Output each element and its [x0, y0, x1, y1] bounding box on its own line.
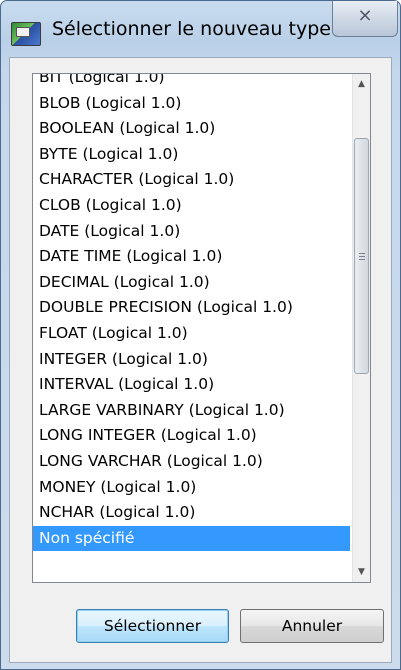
app-icon: [11, 22, 41, 46]
close-icon: ⨯: [357, 5, 373, 26]
list-item[interactable]: LONG VARCHAR (Logical 1.0): [33, 449, 350, 475]
list-item[interactable]: DOUBLE PRECISION (Logical 1.0): [33, 295, 350, 321]
list-item[interactable]: BIT (Logical 1.0): [33, 74, 350, 91]
list-item[interactable]: Non spécifié: [33, 525, 350, 552]
list-item[interactable]: DATE TIME (Logical 1.0): [33, 244, 350, 270]
scroll-down-arrow-icon[interactable]: ▼: [353, 563, 370, 581]
window-title: Sélectionner le nouveau type: [52, 18, 331, 40]
type-list-items: BIT (Logical 1.0) BLOB (Logical 1.0) BOOLE…: [33, 74, 350, 552]
vertical-scrollbar[interactable]: ▲ ▼: [352, 74, 370, 582]
list-item[interactable]: CHARACTER (Logical 1.0): [33, 167, 350, 193]
list-item[interactable]: DECIMAL (Logical 1.0): [33, 270, 350, 296]
list-item[interactable]: MONEY (Logical 1.0): [33, 475, 350, 501]
list-item[interactable]: NCHAR (Logical 1.0): [33, 500, 350, 526]
select-button[interactable]: Sélectionner: [76, 609, 229, 643]
list-item[interactable]: LARGE VARBINARY (Logical 1.0): [33, 398, 350, 424]
list-item[interactable]: BOOLEAN (Logical 1.0): [33, 116, 350, 142]
scroll-up-arrow-icon[interactable]: ▲: [353, 75, 370, 93]
grip-line: [359, 256, 365, 257]
list-item[interactable]: INTERVAL (Logical 1.0): [33, 372, 350, 398]
list-item[interactable]: DATE (Logical 1.0): [33, 219, 350, 245]
dialog-body: BIT (Logical 1.0) BLOB (Logical 1.0) BOOLE…: [9, 57, 392, 663]
list-item[interactable]: FLOAT (Logical 1.0): [33, 321, 350, 347]
list-item[interactable]: INTEGER (Logical 1.0): [33, 347, 350, 373]
list-item[interactable]: BYTE (Logical 1.0): [33, 142, 350, 168]
grip-line: [359, 259, 365, 260]
type-listbox[interactable]: BIT (Logical 1.0) BLOB (Logical 1.0) BOOLE…: [32, 73, 371, 583]
grip-line: [359, 253, 365, 254]
title-bar[interactable]: Sélectionner le nouveau type ⨯: [1, 1, 400, 57]
list-item[interactable]: BLOB (Logical 1.0): [33, 91, 350, 117]
close-button[interactable]: ⨯: [332, 1, 398, 37]
scrollbar-thumb[interactable]: [354, 138, 369, 374]
list-item[interactable]: LONG INTEGER (Logical 1.0): [33, 423, 350, 449]
list-item[interactable]: CLOB (Logical 1.0): [33, 193, 350, 219]
cancel-button[interactable]: Annuler: [240, 609, 384, 643]
dialog-window: Sélectionner le nouveau type ⨯ BIT (Logi…: [0, 0, 401, 670]
